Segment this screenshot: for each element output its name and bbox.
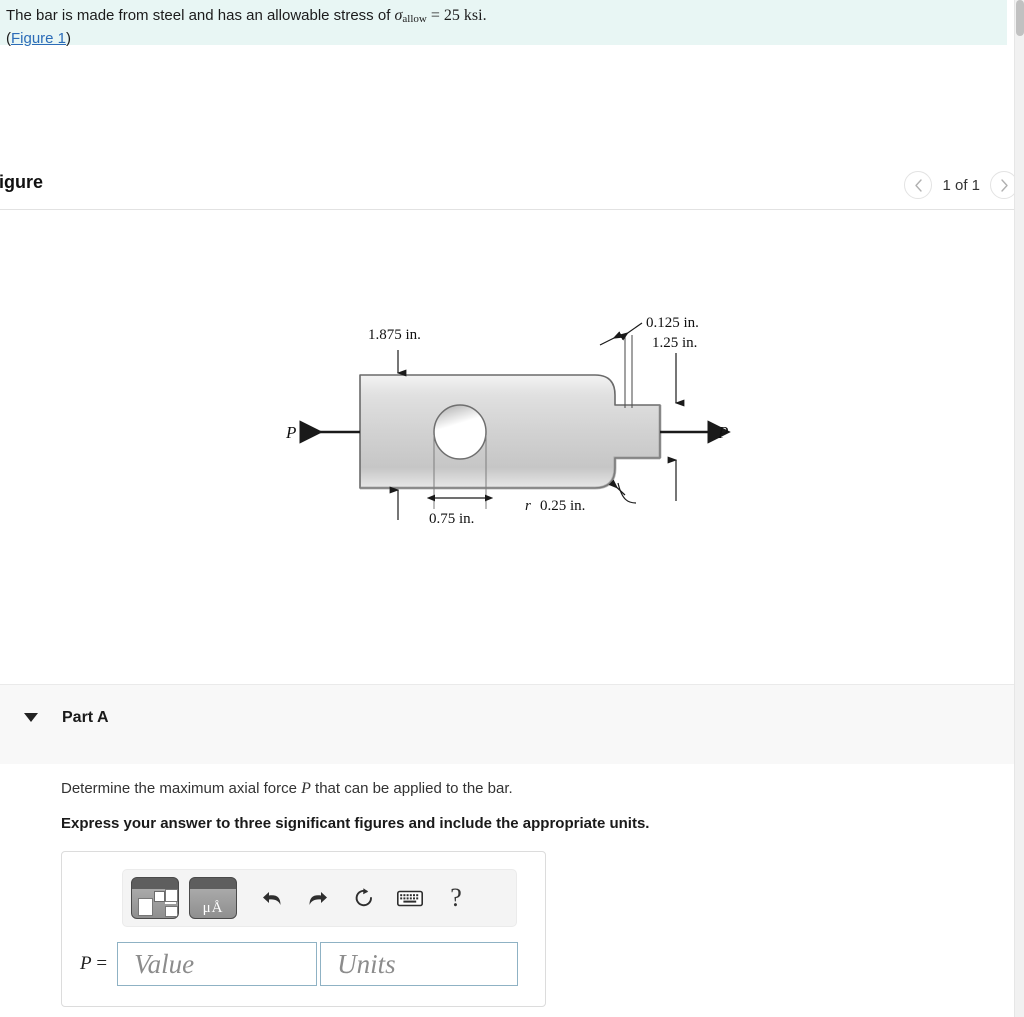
vertical-scrollbar-thumb[interactable] [1016, 0, 1024, 36]
caret-down-icon[interactable] [24, 713, 38, 722]
figure-reference: (Figure 1) [6, 29, 1007, 49]
help-button[interactable]: ? [433, 877, 479, 919]
statement-text-before: The bar is made from steel and has an al… [6, 7, 395, 24]
statement-equals-value: = 25 ksi. [426, 7, 487, 24]
paren-close: ) [66, 30, 72, 47]
keyboard-icon [397, 890, 423, 906]
figure-panel-title: Figure [0, 172, 44, 192]
question-variable-p: P [301, 780, 311, 797]
answer-value-placeholder: Value [134, 948, 195, 979]
part-a-instruction: Express your answer to three significant… [61, 815, 650, 832]
units-template-icon[interactable]: μÅ [189, 877, 237, 919]
undo-icon [263, 892, 281, 905]
force-label-right: P [717, 423, 728, 442]
keyboard-button[interactable] [387, 877, 433, 919]
dim-label-width-right: 1.25 in. [652, 335, 697, 351]
chevron-left-icon [915, 178, 922, 192]
undo-button[interactable] [249, 877, 295, 919]
dim-label-width-left: 1.875 in. [368, 327, 421, 343]
question-post: that can be applied to the bar. [310, 780, 513, 797]
fillet-symbol-label: r [525, 498, 531, 514]
figure-image-area: P P 1.875 in. 0.125 in. 1.25 in. 0.75 in… [0, 210, 1014, 683]
sigma-subscript: allow [402, 13, 427, 25]
answer-units-placeholder: Units [337, 948, 396, 979]
reset-button[interactable] [341, 877, 387, 919]
question-pre: Determine the maximum axial force [61, 780, 302, 797]
answer-prefix-label: P = [80, 953, 107, 975]
dim-label-thickness: 0.125 in. [646, 315, 699, 331]
answer-entry-box: μÅ ? P = Value Units [61, 851, 546, 1007]
dim-label-hole: 0.75 in. [429, 511, 474, 527]
answer-input-row: P = Value Units [80, 942, 519, 986]
answer-prefix-variable: P [80, 953, 92, 974]
answer-prefix-equals: = [96, 953, 108, 974]
force-label-left: P [285, 423, 296, 442]
problem-statement-banner: The bar is made from steel and has an al… [0, 0, 1007, 47]
answer-value-input[interactable]: Value [117, 942, 318, 986]
bar-diagram: P P 1.875 in. 0.125 in. 1.25 in. 0.75 in… [285, 315, 731, 527]
dim-arrow-thickness-right [618, 322, 643, 341]
answer-units-input[interactable]: Units [320, 942, 519, 986]
math-template-icon[interactable] [131, 877, 179, 919]
help-icon: ? [450, 883, 462, 912]
redo-button[interactable] [295, 877, 341, 919]
figure-page-counter: 1 of 1 [942, 176, 980, 194]
chevron-right-icon [1000, 178, 1008, 192]
units-glyph: μÅ [202, 900, 224, 916]
figure-1-link[interactable]: Figure 1 [11, 30, 66, 47]
dim-label-fillet: 0.25 in. [540, 498, 585, 514]
part-a-label: Part A [62, 709, 109, 726]
dim-leader-fillet [617, 482, 637, 504]
figure-prev-button[interactable] [904, 171, 933, 199]
dim-arrow-thickness-left [599, 331, 623, 346]
redo-icon [309, 892, 327, 905]
part-a-header[interactable]: Part A [0, 684, 1024, 764]
figure-pager: 1 of 1 [904, 171, 1018, 199]
reset-icon [355, 888, 372, 907]
vertical-scrollbar[interactable] [1014, 0, 1024, 1017]
problem-statement-text: The bar is made from steel and has an al… [6, 6, 1007, 29]
part-a-question: Determine the maximum axial force P that… [61, 780, 513, 798]
bar-hole [433, 404, 487, 460]
figure-panel-header: Figure 1 of 1 [0, 163, 1024, 210]
answer-toolbar: μÅ ? [122, 869, 517, 927]
